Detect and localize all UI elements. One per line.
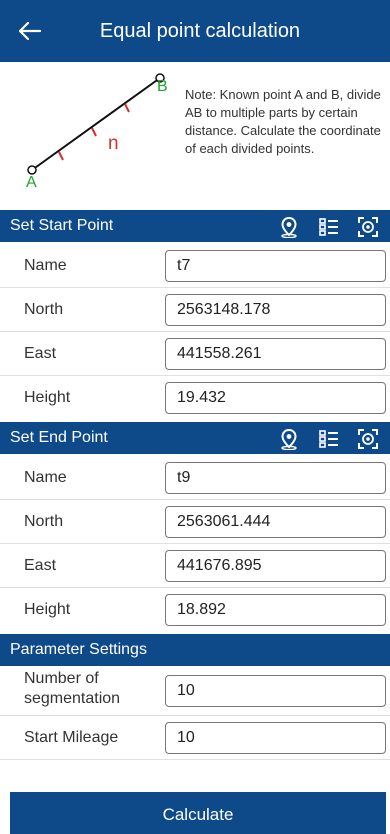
- end-name-input[interactable]: t9: [165, 462, 386, 494]
- end-east-input[interactable]: 441676.895: [165, 550, 386, 582]
- point-list-icon[interactable]: [318, 216, 340, 238]
- start-east-label: East: [24, 345, 57, 362]
- end-height-input[interactable]: 18.892: [165, 594, 386, 626]
- start-height-label: Height: [24, 389, 71, 406]
- arrow-left-icon[interactable]: [16, 17, 44, 45]
- scan-target-icon[interactable]: [357, 428, 379, 450]
- app-header: Equal point calculation: [0, 0, 390, 62]
- start-mileage-label: Start Mileage: [24, 729, 119, 746]
- start-north-label: North: [24, 301, 64, 318]
- segmentation-label: Number of segmentation: [24, 670, 121, 707]
- start-mileage-row: Start Mileage 10: [0, 716, 390, 760]
- start-north-input[interactable]: 2563148.178: [165, 294, 386, 326]
- segmentation-row: Number of segmentation 10: [0, 666, 390, 716]
- start-point-title: Set Start Point: [10, 217, 114, 234]
- end-point-title: Set End Point: [10, 429, 108, 446]
- start-east-input[interactable]: 441558.261: [165, 338, 386, 370]
- parameter-settings-title: Parameter Settings: [10, 641, 147, 658]
- segmentation-input[interactable]: 10: [165, 675, 386, 707]
- start-mileage-input[interactable]: 10: [165, 722, 386, 754]
- start-east-row: East 441558.261: [0, 332, 390, 376]
- point-list-icon[interactable]: [318, 428, 340, 450]
- segment-n-label: n: [108, 133, 119, 154]
- diagram-note: Note: Known point A and B, divide AB to …: [185, 87, 381, 156]
- end-east-label: East: [24, 557, 57, 574]
- point-a-label: A: [26, 174, 37, 191]
- location-pin-icon[interactable]: [278, 428, 300, 450]
- end-height-label: Height: [24, 601, 71, 618]
- calculate-button[interactable]: Calculate: [10, 792, 386, 834]
- end-height-row: Height 18.892: [0, 588, 390, 632]
- location-pin-icon[interactable]: [278, 216, 300, 238]
- scan-target-icon[interactable]: [357, 216, 379, 238]
- page-title: Equal point calculation: [99, 20, 301, 42]
- end-point-header: Set End Point: [0, 422, 390, 454]
- start-name-input[interactable]: t7: [165, 250, 386, 282]
- start-name-label: Name: [24, 257, 67, 274]
- end-east-row: East 441676.895: [0, 544, 390, 588]
- start-point-header: Set Start Point: [0, 210, 390, 242]
- end-north-row: North 2563061.444: [0, 500, 390, 544]
- end-north-input[interactable]: 2563061.444: [165, 506, 386, 538]
- start-north-row: North 2563148.178: [0, 288, 390, 332]
- diagram-panel: A B n Note: Known point A and B, divide …: [0, 62, 390, 207]
- end-name-label: Name: [24, 469, 67, 486]
- parameter-settings-header: Parameter Settings: [0, 634, 390, 666]
- start-height-row: Height 19.432: [0, 376, 390, 420]
- start-name-row: Name t7: [0, 244, 390, 288]
- start-height-input[interactable]: 19.432: [165, 382, 386, 414]
- end-name-row: Name t9: [0, 456, 390, 500]
- end-north-label: North: [24, 513, 64, 530]
- point-b-label: B: [157, 78, 168, 95]
